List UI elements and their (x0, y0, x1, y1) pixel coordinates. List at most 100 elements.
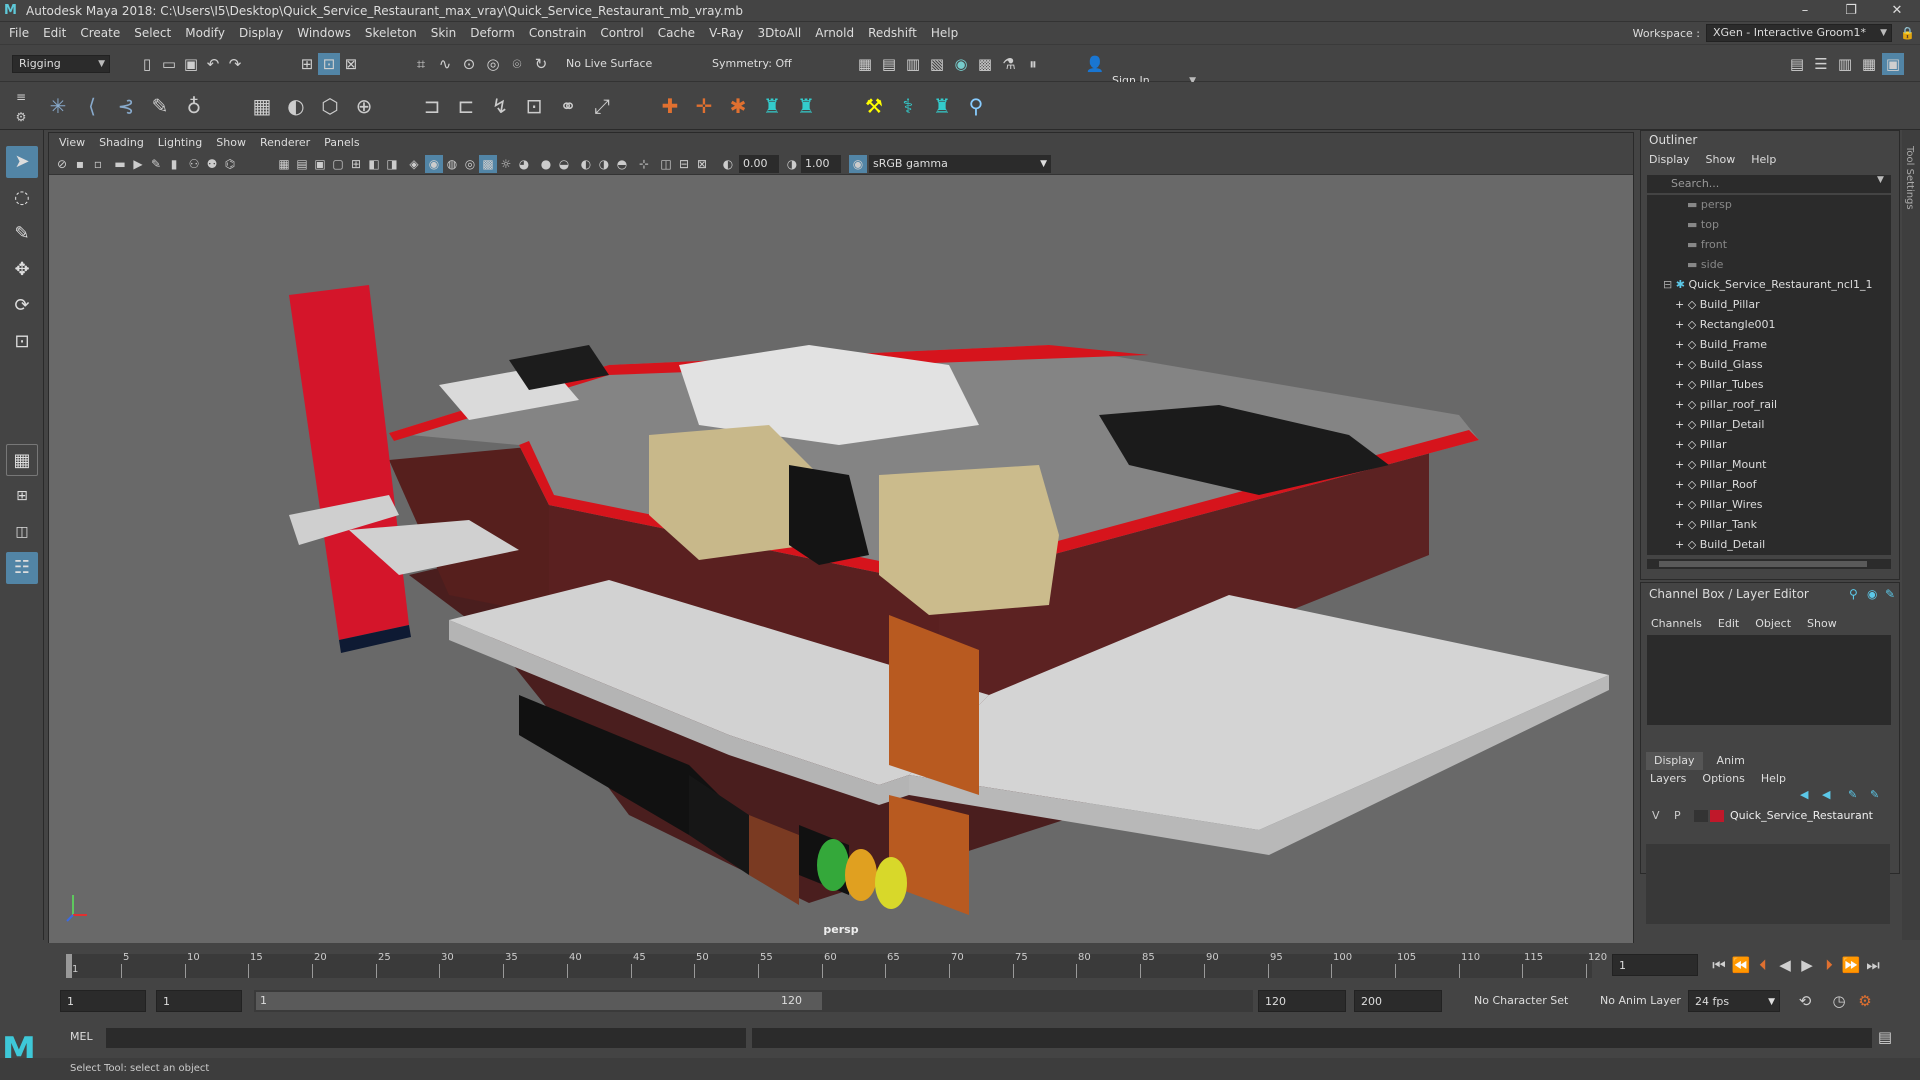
render-setup-icon[interactable]: ⚗ (998, 53, 1020, 75)
channel-icon[interactable]: ⚲ (1849, 587, 1858, 601)
expand-icon[interactable]: + (1675, 398, 1684, 411)
insert-joint-icon[interactable]: ✎ (146, 91, 174, 121)
bookmark-icon[interactable]: ▫ (89, 155, 107, 173)
attribute-icon[interactable]: ◉ (1867, 587, 1877, 601)
expand-icon[interactable]: + (1675, 418, 1684, 431)
new-scene-icon[interactable]: ▯ (136, 53, 158, 75)
snap-rotate-icon[interactable]: ↻ (530, 53, 552, 75)
outliner-menu-show[interactable]: Show (1698, 151, 1744, 169)
field-chart-icon[interactable]: ▤ (293, 155, 311, 173)
move-layer-down-icon[interactable]: ◀ (1822, 788, 1830, 801)
maximize-icon[interactable]: ❐ (1828, 0, 1874, 22)
default-material-icon[interactable]: ◨ (383, 155, 401, 173)
character-set-dropdown[interactable]: No Character Set (1468, 990, 1586, 1012)
orient-constraint-icon[interactable]: ⊏ (452, 91, 480, 121)
layer-row[interactable]: V P Quick_Service_Restaurant (1646, 806, 1890, 826)
list-item[interactable]: + ◇ Pillar_Roof (1647, 475, 1891, 495)
new-layer-icon[interactable]: ✎ (1848, 788, 1857, 801)
list-item[interactable]: + ◇ Pillar (1647, 435, 1891, 455)
bookmark-camera-icon[interactable]: ▮ (165, 155, 183, 173)
scale-constraint-icon[interactable]: ⊡ (520, 91, 548, 121)
list-item[interactable]: + ◇ Pillar_Tank (1647, 515, 1891, 535)
smooth-bind-icon[interactable]: ◐ (282, 91, 310, 121)
exposure-icon[interactable]: ◫ (657, 155, 675, 173)
locator-icon[interactable]: ✚ (656, 91, 684, 121)
wireframe-on-shaded-icon[interactable]: ◈ (405, 155, 423, 173)
scene-render[interactable] (49, 175, 1633, 943)
ipr-render-icon[interactable]: ▥ (902, 53, 924, 75)
ik-handle-icon[interactable]: ⟨ (78, 91, 106, 121)
undo-icon[interactable]: ↶ (202, 53, 224, 75)
pole-vector-icon[interactable]: ⚭ (554, 91, 582, 121)
open-scene-icon[interactable]: ▭ (158, 53, 180, 75)
blend-shape-icon[interactable]: ⚕ (894, 91, 922, 121)
show-menu[interactable]: Show (1799, 615, 1845, 633)
tool-settings-tab[interactable]: Tool Settings (1902, 130, 1920, 940)
outliner-hscrollbar[interactable] (1647, 559, 1891, 569)
end-time-field[interactable]: 120 (1258, 990, 1346, 1012)
snap-grid-icon[interactable]: ⌗ (410, 53, 432, 75)
command-input[interactable] (106, 1028, 746, 1048)
two-d-pan-icon[interactable]: ▶ (129, 155, 147, 173)
render-settings-icon[interactable]: ▧ (926, 53, 948, 75)
tab-display[interactable]: Display (1646, 752, 1703, 770)
move-tool-icon[interactable]: ✥ (6, 254, 38, 286)
point-constraint-icon[interactable]: ⤢ (588, 91, 616, 121)
pause-ipr-icon[interactable]: ⏸ (1022, 53, 1044, 75)
cluster-icon[interactable]: ⊕ (350, 91, 378, 121)
menu-skeleton[interactable]: Skeleton (358, 22, 424, 44)
list-item[interactable]: ▬ persp (1647, 195, 1891, 215)
safe-action-icon[interactable]: ▣ (311, 155, 329, 173)
menu-create[interactable]: Create (73, 22, 127, 44)
vp-menu-show[interactable]: Show (209, 132, 253, 154)
current-frame-field[interactable]: 1 (1612, 954, 1698, 976)
wireframe-icon[interactable]: ⊞ (347, 155, 365, 173)
loop-icon[interactable]: ⟲ (1794, 990, 1816, 1012)
list-item[interactable]: + ◇ Build_Detail (1647, 535, 1891, 555)
isolate-select-icon[interactable]: ◐ (577, 155, 595, 173)
play-backwards-icon[interactable]: ◀ (1774, 954, 1796, 976)
list-item[interactable]: + ◇ Build_Glass (1647, 355, 1891, 375)
snap-surface-icon[interactable]: ⌾ (506, 53, 528, 75)
list-item[interactable]: + ◇ pillar_roof_rail (1647, 395, 1891, 415)
vp-menu-view[interactable]: View (49, 132, 92, 154)
parent-constraint-icon[interactable]: ↯ (486, 91, 514, 121)
layer-color-swatch[interactable] (1710, 810, 1724, 822)
expand-icon[interactable]: + (1675, 338, 1684, 351)
humanik-icon[interactable]: ♁ (180, 91, 208, 121)
go-to-end-icon[interactable]: ⏭ (1862, 954, 1884, 976)
script-editor-icon[interactable]: ▤ (1874, 1026, 1896, 1048)
menu-edit[interactable]: Edit (36, 22, 73, 44)
menu-modify[interactable]: Modify (178, 22, 232, 44)
step-forward-frame-icon[interactable]: ⏩ (1840, 954, 1862, 976)
view-transform-icon[interactable]: ⊠ (693, 155, 711, 173)
smooth-shade-icon[interactable]: ◧ (365, 155, 383, 173)
fps-dropdown[interactable]: 24 fps ▼ (1688, 990, 1780, 1012)
options-menu[interactable]: Options (1694, 770, 1752, 788)
lasso-tool-icon[interactable]: ◌ (6, 182, 38, 214)
gate-mask-icon[interactable]: ⌬ (221, 155, 239, 173)
expand-icon[interactable]: + (1675, 438, 1684, 451)
new-layer-selected-icon[interactable]: ✎ (1870, 788, 1879, 801)
vp-menu-renderer[interactable]: Renderer (253, 132, 317, 154)
two-pane-icon[interactable]: ◫ (6, 516, 38, 548)
snap-point-icon[interactable]: ⊙ (458, 53, 480, 75)
list-item[interactable]: ▬ top (1647, 215, 1891, 235)
menu-3dtoall[interactable]: 3DtoAll (750, 22, 808, 44)
use-lights-icon[interactable]: ◍ (443, 155, 461, 173)
ik-spline-icon[interactable]: ⊰ (112, 91, 140, 121)
hypershade-icon[interactable]: ◉ (950, 53, 972, 75)
visibility-toggle[interactable]: V (1652, 806, 1660, 826)
lattice-icon[interactable]: ⬡ (316, 91, 344, 121)
select-highlight-icon[interactable]: ⊹ (635, 155, 653, 173)
time-slider[interactable]: 1 5 10 15 20 25 30 35 40 45 50 55 60 65 70 75 80 85 90 95 10… (48, 944, 1920, 982)
channel-list[interactable] (1647, 635, 1891, 725)
render-sequence-icon[interactable]: ▤ (878, 53, 900, 75)
hud-icon[interactable]: ◓ (613, 155, 631, 173)
collapse-icon[interactable]: ⊟ (1663, 278, 1672, 291)
menu-select[interactable]: Select (127, 22, 178, 44)
anim-end-field[interactable]: 200 (1354, 990, 1442, 1012)
edit-menu[interactable]: Edit (1710, 615, 1747, 633)
menu-skin[interactable]: Skin (424, 22, 464, 44)
depth-of-field-icon[interactable]: ◒ (555, 155, 573, 173)
